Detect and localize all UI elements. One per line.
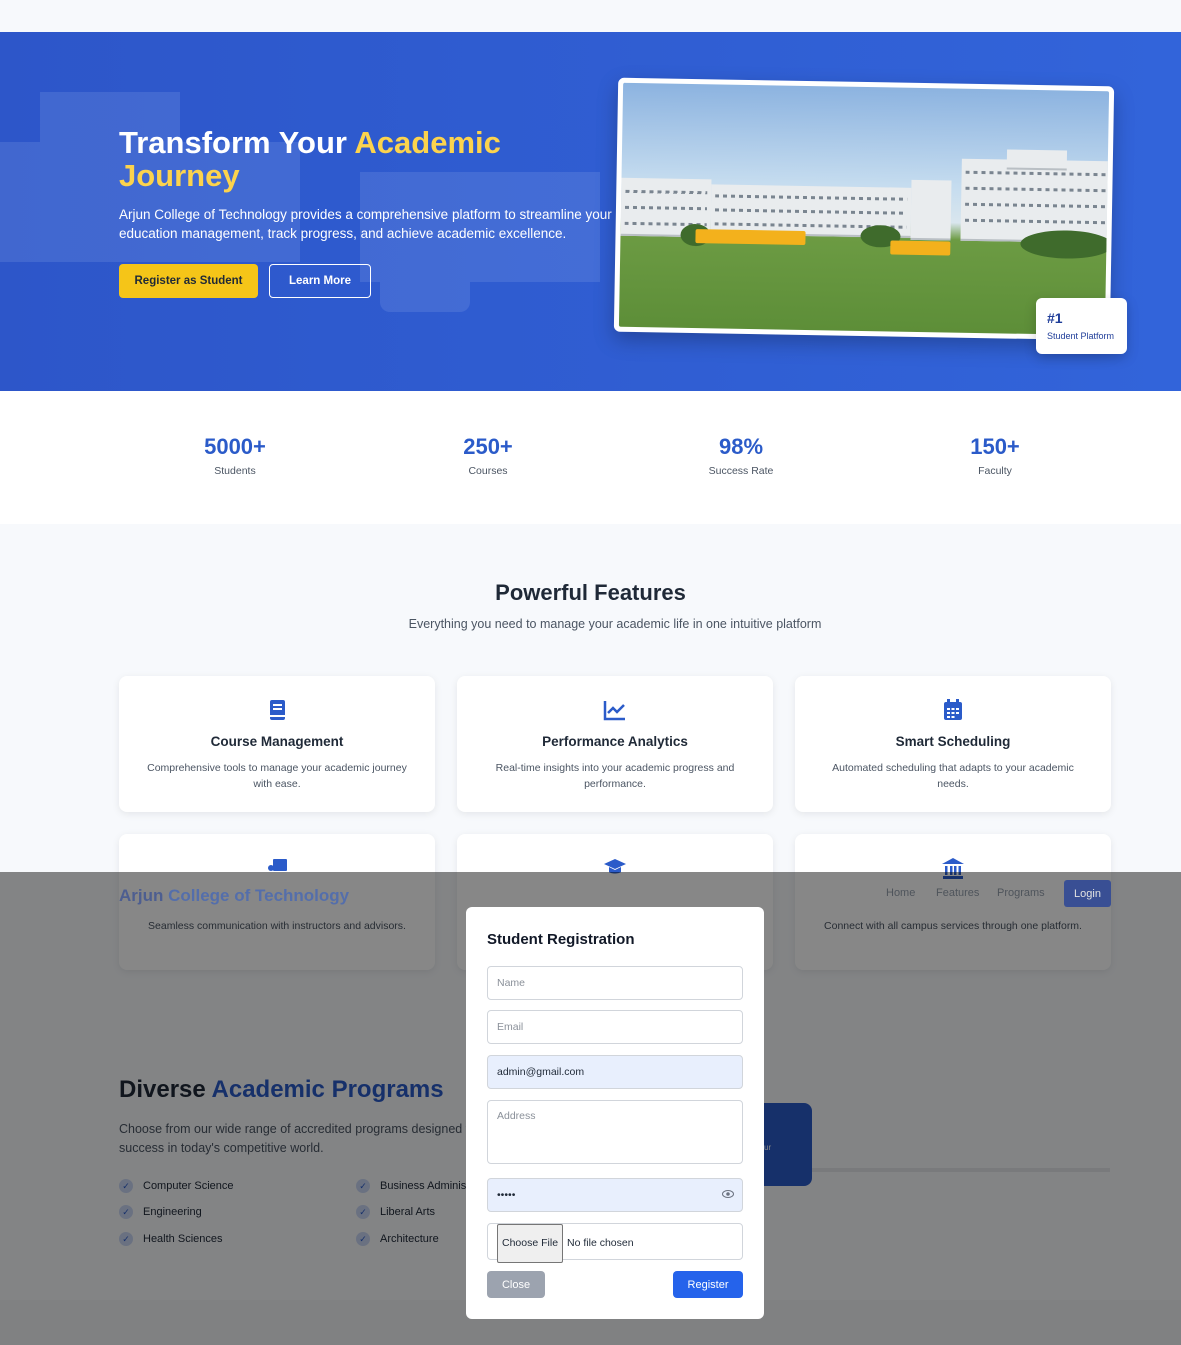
feature-title: Smart Scheduling bbox=[895, 734, 1011, 749]
modal-title: Student Registration bbox=[487, 931, 635, 948]
hero-title: Transform Your Academic Journey bbox=[119, 125, 501, 193]
feature-card-performance-analytics[interactable]: Performance Analytics Real-time insights… bbox=[457, 676, 773, 812]
address-textarea[interactable]: Address bbox=[487, 1100, 743, 1164]
hero-section: Transform Your Academic Journey Arjun Col… bbox=[0, 32, 1181, 391]
nav-features[interactable]: Features bbox=[936, 887, 979, 899]
features-title: Powerful Features bbox=[495, 580, 686, 605]
stat-courses: 250+ Courses bbox=[463, 434, 513, 477]
feature-description: Real-time insights into your academic pr… bbox=[495, 762, 735, 790]
top-strip bbox=[0, 0, 1181, 32]
file-upload-input[interactable]: Choose File No file chosen bbox=[487, 1223, 743, 1263]
close-button[interactable]: Close bbox=[487, 1271, 545, 1298]
stat-success-rate: 98% Success Rate bbox=[708, 434, 774, 477]
stat-students: 5000+ Students bbox=[204, 434, 266, 477]
features-subtitle: Everything you need to manage your acade… bbox=[408, 617, 822, 631]
chart-line-icon bbox=[603, 701, 625, 721]
email-autofill-input[interactable]: admin@gmail.com bbox=[487, 1055, 743, 1089]
name-input[interactable]: Name bbox=[487, 966, 743, 1000]
feature-card-course-management[interactable]: Course Management Comprehensive tools to… bbox=[119, 676, 435, 812]
brand-logo[interactable]: Arjun College of Technology bbox=[119, 886, 349, 906]
feature-title: Performance Analytics bbox=[542, 734, 688, 749]
feature-card-smart-scheduling[interactable]: Smart Scheduling Automated scheduling th… bbox=[795, 676, 1111, 812]
learn-more-button[interactable]: Learn More bbox=[269, 264, 371, 298]
email-input[interactable]: Email bbox=[487, 1010, 743, 1044]
stat-faculty: 150+ Faculty bbox=[970, 434, 1020, 477]
file-status: No file chosen bbox=[567, 1237, 634, 1249]
eye-icon[interactable] bbox=[722, 1189, 734, 1199]
register-button[interactable]: Register bbox=[673, 1271, 743, 1298]
register-student-button[interactable]: Register as Student bbox=[119, 264, 258, 298]
feature-description: Automated scheduling that adapts to your… bbox=[832, 762, 1074, 790]
book-icon bbox=[270, 700, 285, 720]
feature-title: Course Management bbox=[210, 734, 344, 749]
nav-home[interactable]: Home bbox=[886, 887, 915, 899]
calendar-icon bbox=[944, 699, 962, 720]
nav-programs[interactable]: Programs bbox=[997, 887, 1045, 899]
badge-text: Student Platform bbox=[1047, 331, 1115, 341]
platform-badge: #1 Student Platform bbox=[1036, 298, 1127, 354]
choose-file-button[interactable]: Choose File bbox=[497, 1224, 564, 1263]
feature-description: Comprehensive tools to manage your acade… bbox=[147, 762, 407, 790]
registration-modal: Student Registration Name Email admin@gm… bbox=[466, 907, 764, 1319]
password-input[interactable]: ••••• bbox=[487, 1178, 743, 1212]
hero-description: Arjun College of Technology provides a c… bbox=[119, 207, 612, 241]
login-button[interactable]: Login bbox=[1064, 880, 1111, 907]
badge-number: #1 bbox=[1047, 310, 1063, 326]
stats-section: 5000+ Students 250+ Courses 98% Success Rat… bbox=[0, 391, 1181, 524]
